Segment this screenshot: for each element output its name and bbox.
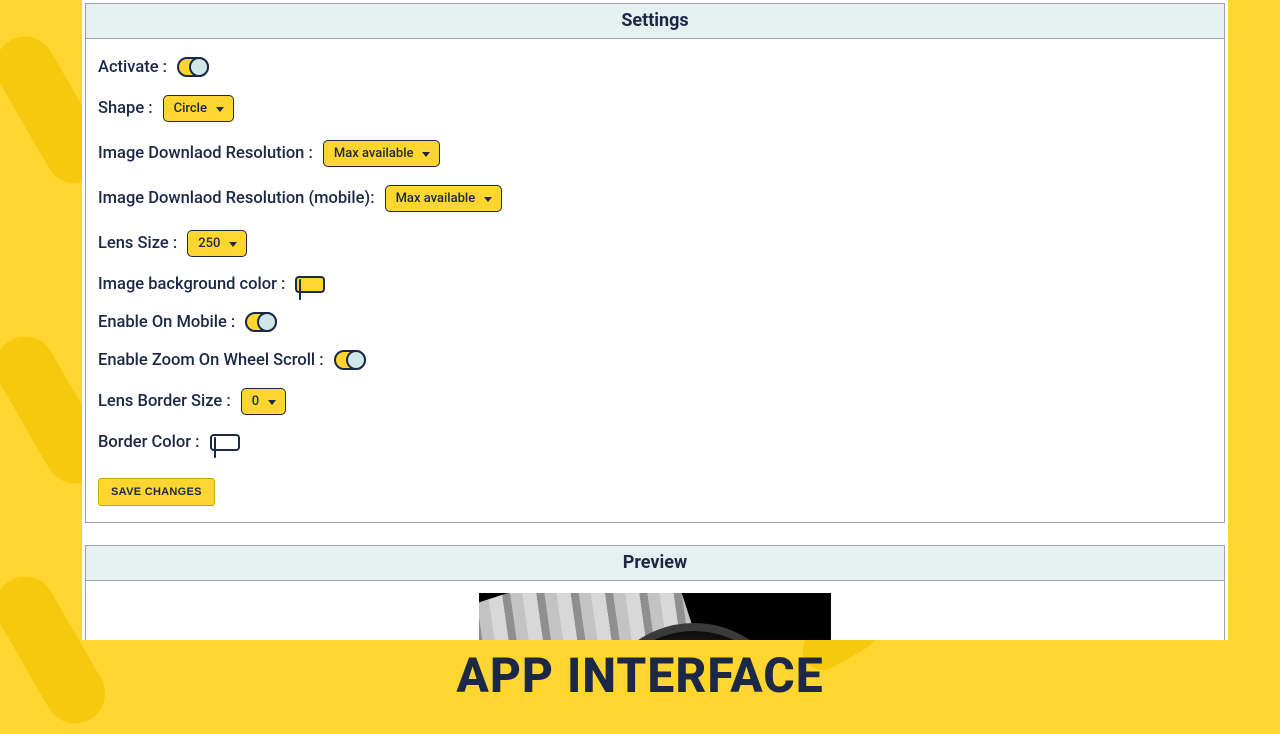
- shape-row: Shape : Circle: [98, 95, 1212, 122]
- lens-border-label: Lens Border Size :: [98, 392, 231, 411]
- enable-wheel-label: Enable Zoom On Wheel Scroll :: [98, 351, 324, 370]
- border-color-label: Border Color :: [98, 433, 200, 452]
- bg-color-label: Image background color :: [98, 275, 285, 294]
- app-content: Settings Activate : Shape : Circle Image…: [82, 0, 1228, 640]
- bg-color-picker[interactable]: [295, 276, 325, 293]
- enable-wheel-row: Enable Zoom On Wheel Scroll :: [98, 350, 1212, 370]
- toggle-knob-icon: [346, 350, 366, 370]
- download-resolution-label: Image Downlaod Resolution :: [98, 144, 313, 163]
- lens-border-dropdown[interactable]: 0: [241, 388, 286, 415]
- lens-size-dropdown[interactable]: 250: [187, 230, 247, 257]
- shape-label: Shape :: [98, 99, 153, 118]
- download-resolution-mobile-row: Image Downlaod Resolution (mobile): Max …: [98, 185, 1212, 212]
- lens-size-label: Lens Size :: [98, 234, 177, 253]
- border-color-picker[interactable]: [210, 434, 240, 451]
- enable-mobile-toggle[interactable]: [245, 312, 277, 332]
- enable-mobile-row: Enable On Mobile :: [98, 312, 1212, 332]
- activate-row: Activate :: [98, 57, 1212, 77]
- toggle-knob-icon: [189, 57, 209, 77]
- enable-mobile-label: Enable On Mobile :: [98, 313, 235, 332]
- download-resolution-row: Image Downlaod Resolution : Max availabl…: [98, 140, 1212, 167]
- download-resolution-mobile-dropdown[interactable]: Max available: [385, 185, 503, 212]
- border-color-swatch-inner: [214, 437, 216, 458]
- enable-wheel-toggle[interactable]: [334, 350, 366, 370]
- toggle-knob-icon: [257, 312, 277, 332]
- lens-border-row: Lens Border Size : 0: [98, 388, 1212, 415]
- shape-dropdown[interactable]: Circle: [163, 95, 234, 122]
- save-changes-button[interactable]: SAVE CHANGES: [98, 478, 215, 506]
- border-color-row: Border Color :: [98, 433, 1212, 452]
- settings-panel-title: Settings: [86, 4, 1224, 39]
- download-resolution-dropdown[interactable]: Max available: [323, 140, 441, 167]
- preview-panel: Preview: [85, 545, 1225, 640]
- lens-size-row: Lens Size : 250: [98, 230, 1212, 257]
- preview-image[interactable]: [479, 593, 831, 640]
- footer-title: APP INTERFACE: [0, 647, 1280, 704]
- settings-panel: Settings Activate : Shape : Circle Image…: [85, 3, 1225, 523]
- download-resolution-mobile-label: Image Downlaod Resolution (mobile):: [98, 189, 375, 208]
- activate-toggle[interactable]: [177, 57, 209, 77]
- activate-label: Activate :: [98, 58, 167, 77]
- bg-color-swatch-inner: [299, 279, 301, 300]
- preview-panel-title: Preview: [86, 546, 1224, 581]
- bg-color-row: Image background color :: [98, 275, 1212, 294]
